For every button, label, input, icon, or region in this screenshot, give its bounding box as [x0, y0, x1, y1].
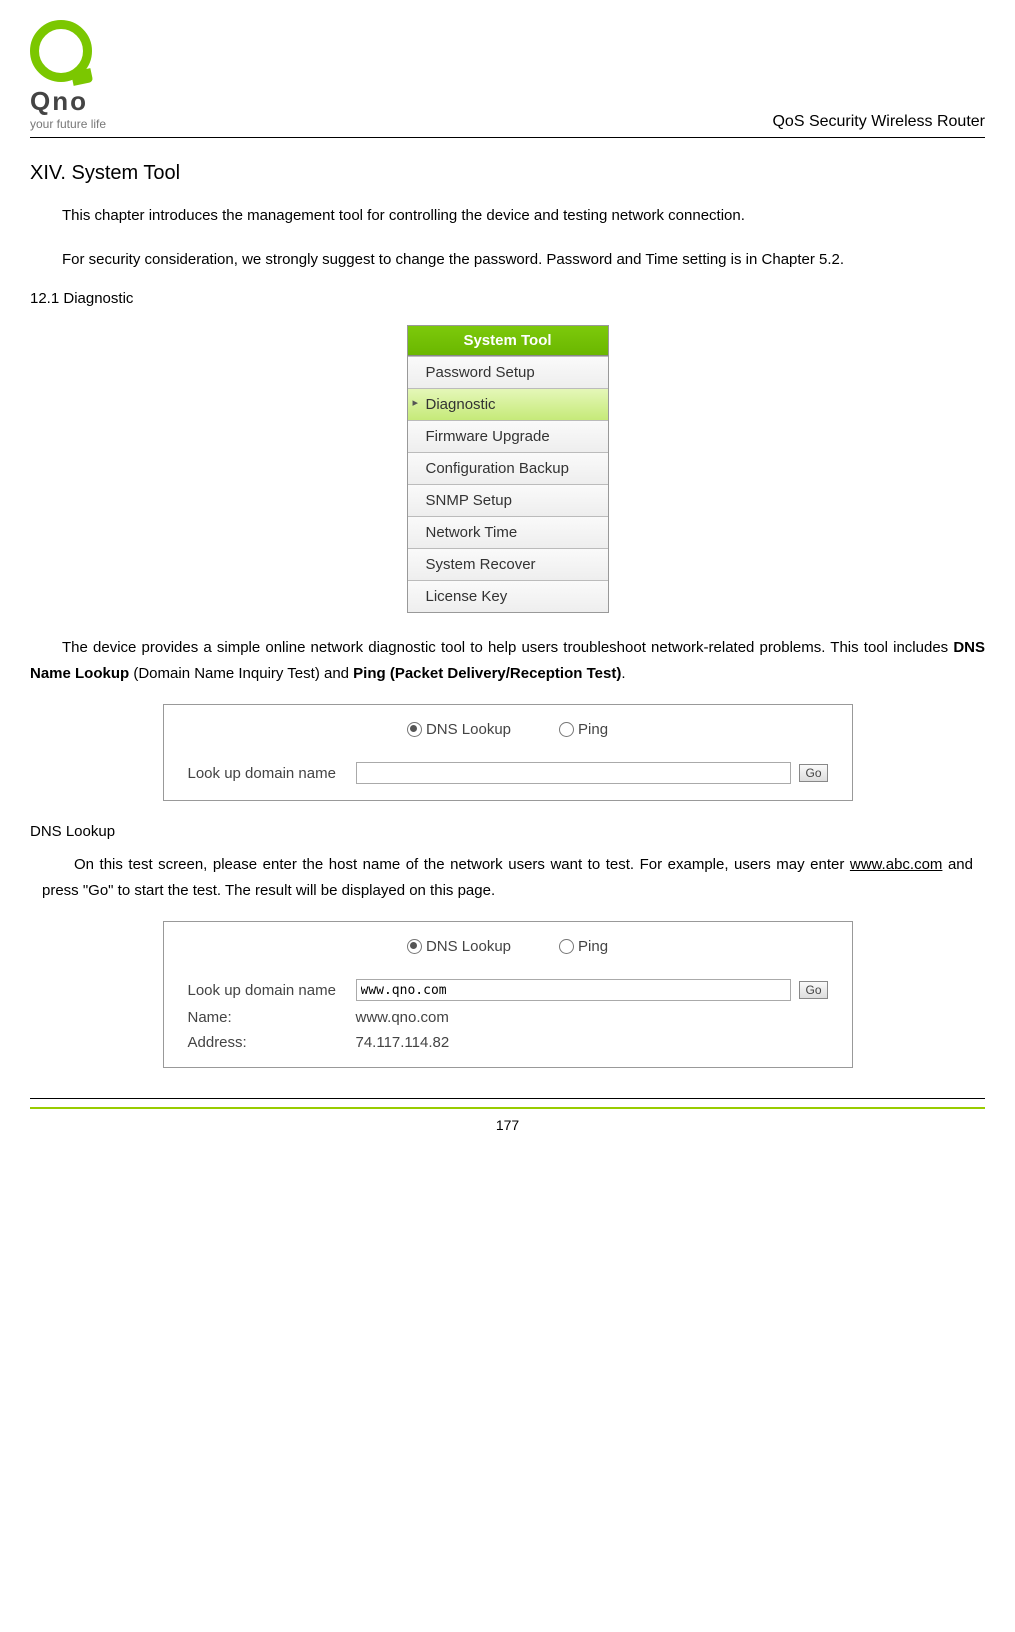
diagnostic-panel-2-box: DNS Lookup Ping Look up domain name Go N…: [163, 921, 853, 1068]
desc-text-post: .: [621, 665, 625, 682]
result-address-label: Address:: [188, 1034, 348, 1051]
brand-logo-text: Qno: [30, 86, 88, 117]
radio-row-2: DNS Lookup Ping: [188, 938, 828, 955]
diagnostic-panel-1: DNS Lookup Ping Look up domain name Go: [30, 704, 985, 801]
result-name-value: www.qno.com: [356, 1009, 449, 1026]
document-title: QoS Security Wireless Router: [772, 113, 985, 131]
result-name-row: Name: www.qno.com: [188, 1009, 828, 1026]
radio-unchecked-icon: [559, 939, 574, 954]
dns-desc-pre: On this test screen, please enter the ho…: [74, 856, 850, 873]
domain-name-input-2[interactable]: [356, 979, 792, 1001]
intro-paragraph-2: For security consideration, we strongly …: [30, 247, 985, 273]
menu-item-firmware-upgrade[interactable]: Firmware Upgrade: [408, 420, 608, 452]
result-address-value: 74.117.114.82: [356, 1034, 450, 1051]
section-heading: XIV. System Tool: [30, 162, 985, 185]
radio-checked-icon: [407, 722, 422, 737]
diagnostic-panel-1-box: DNS Lookup Ping Look up domain name Go: [163, 704, 853, 801]
lookup-label: Look up domain name: [188, 765, 348, 782]
go-button[interactable]: Go: [799, 764, 827, 782]
result-address-row: Address: 74.117.114.82: [188, 1034, 828, 1051]
lookup-label-2: Look up domain name: [188, 982, 348, 999]
radio-dns-lookup-2[interactable]: DNS Lookup: [407, 938, 511, 955]
brand-logo-tagline: your future life: [30, 117, 106, 131]
radio-ping-label: Ping: [578, 721, 608, 738]
menu-header: System Tool: [408, 326, 608, 356]
radio-row: DNS Lookup Ping: [188, 721, 828, 738]
diagnostic-description: The device provides a simple online netw…: [30, 635, 985, 686]
radio-dns-lookup[interactable]: DNS Lookup: [407, 721, 511, 738]
menu-screenshot: System Tool Password Setup Diagnostic Fi…: [30, 325, 985, 613]
brand-logo-icon: [30, 20, 92, 82]
menu-item-config-backup[interactable]: Configuration Backup: [408, 452, 608, 484]
menu-item-diagnostic[interactable]: Diagnostic: [408, 388, 608, 420]
radio-dns-label-2: DNS Lookup: [426, 938, 511, 955]
result-name-label: Name:: [188, 1009, 348, 1026]
menu-item-network-time[interactable]: Network Time: [408, 516, 608, 548]
subsection-heading: 12.1 Diagnostic: [30, 290, 985, 307]
page-number: 177: [30, 1117, 985, 1141]
radio-checked-icon: [407, 939, 422, 954]
document-page: Qno your future life QoS Security Wirele…: [0, 0, 1015, 1151]
menu-item-system-recover[interactable]: System Recover: [408, 548, 608, 580]
menu-item-snmp-setup[interactable]: SNMP Setup: [408, 484, 608, 516]
dns-lookup-heading: DNS Lookup: [30, 823, 985, 840]
desc-text-mid: (Domain Name Inquiry Test) and: [129, 665, 353, 682]
intro-paragraph-1: This chapter introduces the management t…: [30, 203, 985, 229]
page-header: Qno your future life QoS Security Wirele…: [30, 20, 985, 138]
radio-dns-label: DNS Lookup: [426, 721, 511, 738]
brand-logo-block: Qno your future life: [30, 20, 106, 131]
footer-accent-rule: [30, 1107, 985, 1109]
dns-lookup-description: On this test screen, please enter the ho…: [30, 852, 985, 903]
go-button-2[interactable]: Go: [799, 981, 827, 999]
menu-item-password-setup[interactable]: Password Setup: [408, 356, 608, 388]
desc-text-pre: The device provides a simple online netw…: [62, 639, 953, 656]
radio-ping-2[interactable]: Ping: [559, 938, 608, 955]
domain-name-input[interactable]: [356, 762, 792, 784]
lookup-row-2: Look up domain name Go: [188, 979, 828, 1001]
footer-rule: [30, 1098, 985, 1099]
example-domain-link[interactable]: www.abc.com: [850, 856, 943, 873]
radio-unchecked-icon: [559, 722, 574, 737]
lookup-row: Look up domain name Go: [188, 762, 828, 784]
diagnostic-panel-2: DNS Lookup Ping Look up domain name Go N…: [30, 921, 985, 1068]
radio-ping[interactable]: Ping: [559, 721, 608, 738]
radio-ping-label-2: Ping: [578, 938, 608, 955]
system-tool-menu: System Tool Password Setup Diagnostic Fi…: [407, 325, 609, 613]
desc-bold-ping: Ping (Packet Delivery/Reception Test): [353, 665, 621, 682]
menu-item-license-key[interactable]: License Key: [408, 580, 608, 612]
